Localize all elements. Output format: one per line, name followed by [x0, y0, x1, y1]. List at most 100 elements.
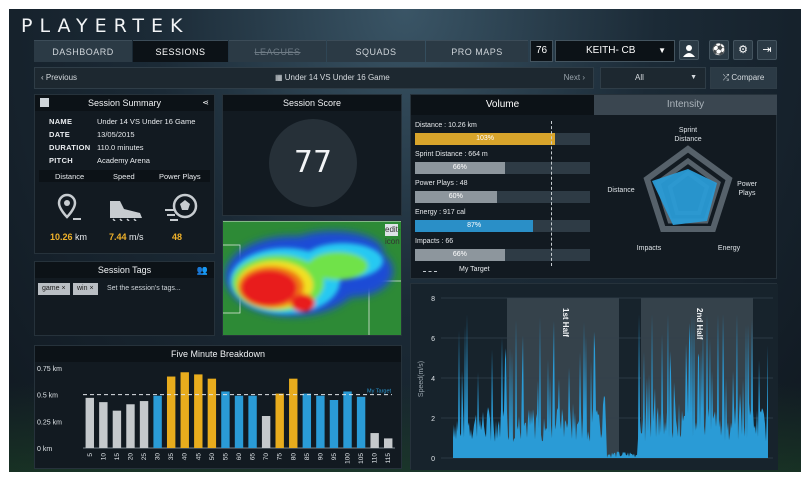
group-icon[interactable]: 👥 — [197, 262, 208, 278]
player-name: KEITH- CB — [586, 45, 636, 56]
edit-icon[interactable] — [40, 98, 49, 107]
speed-panel: 0 2 4 6 8 Speed(m/s) 1st Half 2nd Half — [410, 283, 778, 470]
power-plays-value: 48 — [172, 232, 183, 242]
bar — [261, 416, 271, 448]
previous-button[interactable]: ‹ Previous — [41, 68, 77, 88]
radar-label-impacts: Impacts — [637, 245, 662, 252]
edit-icon[interactable]: edit-icon — [385, 224, 401, 246]
x-tick-label: 50 — [209, 453, 216, 461]
panel-title: Five Minute Breakdown — [170, 349, 266, 359]
x-tick-label: 95 — [331, 453, 338, 461]
session-title: ▦ Under 14 VS Under 16 Game — [275, 73, 390, 82]
panel-title: Session Tags — [97, 265, 152, 275]
bar — [316, 395, 325, 448]
x-tick-label: 80 — [290, 453, 297, 461]
x-tick-label: 100 — [345, 453, 352, 464]
speed-chart: 0 2 4 6 8 Speed(m/s) 1st Half 2nd Half — [411, 284, 778, 470]
volume-bar-label: Power Plays : 48 — [415, 180, 468, 187]
field-value: Academy Arena — [97, 156, 150, 165]
volume-bar-fill: 66% — [415, 162, 505, 174]
bar — [289, 378, 298, 448]
compare-button[interactable]: ⤮ Compare — [710, 67, 777, 89]
player-number: 76 — [530, 40, 553, 62]
bar — [302, 393, 312, 448]
tab-sessions[interactable]: SESSIONS — [133, 40, 228, 62]
x-tick-label: 5 — [87, 453, 94, 457]
session-tags-panel: Session Tags 👥 game × win × Set the sess… — [34, 261, 215, 336]
y-tick-label: 4 — [431, 376, 435, 383]
field-value: Under 14 VS Under 16 Game — [97, 117, 196, 126]
bar — [275, 393, 284, 448]
bar — [126, 404, 135, 448]
tab-pro-maps[interactable]: PRO MAPS — [426, 40, 528, 62]
y-tick-label: 0 — [431, 456, 435, 463]
field-label: NAME — [49, 117, 73, 126]
x-tick-label: 70 — [263, 453, 270, 461]
second-half-label: 2nd Half — [695, 308, 704, 340]
logout-icon[interactable]: ⇥ — [757, 40, 777, 60]
bar — [248, 395, 257, 448]
panel-header: Session Tags 👥 — [35, 262, 214, 278]
tags-input[interactable]: Set the session's tags... — [107, 285, 181, 292]
heatmap — [223, 221, 401, 335]
stat-label: Distance — [55, 172, 85, 181]
session-score-panel: Session Score 77 — [222, 94, 402, 216]
x-tick-label: 25 — [141, 453, 148, 461]
target-line — [551, 121, 552, 266]
field-label: DURATION — [49, 143, 91, 152]
field-label: PITCH — [49, 156, 73, 165]
x-tick-label: 45 — [195, 453, 202, 461]
radar-label-sprint-top: Sprint — [679, 127, 697, 134]
gear-icon[interactable]: ⚙ — [733, 40, 753, 60]
x-tick-label: 30 — [155, 453, 162, 461]
tab-intensity[interactable]: Intensity — [594, 95, 777, 115]
field-value: 110.0 minutes — [97, 143, 144, 152]
target-legend-label: My Target — [459, 266, 490, 273]
x-tick-label: 10 — [100, 453, 107, 461]
radar-label-power-bottom: Plays — [738, 190, 756, 197]
tab-volume[interactable]: Volume — [411, 95, 594, 115]
bar — [221, 391, 230, 448]
x-tick-label: 55 — [222, 453, 229, 461]
stat-label: Power Plays — [159, 172, 201, 181]
panel-header: Session Score — [223, 95, 401, 111]
football-icon[interactable]: ⚽ — [709, 40, 729, 60]
filter-select[interactable]: All ▼ — [600, 67, 706, 89]
tag-chip[interactable]: win × — [73, 283, 98, 295]
panel-header: Five Minute Breakdown — [35, 346, 401, 362]
share-icon[interactable]: ⋖ — [202, 95, 209, 111]
y-tick-label: 6 — [431, 336, 435, 343]
y-tick-label: 8 — [431, 296, 435, 303]
radar-chart: Sprint Distance Power Plays Energy Impac… — [607, 127, 758, 252]
five-minute-chart: 0 km 0.25 km 0.5 km 0.75 km 5 10 15 20 25 30 35 40 4… — [37, 366, 395, 464]
bar — [234, 395, 244, 448]
y-tick-label: 0 km — [37, 446, 52, 453]
x-tick-label: 115 — [385, 453, 392, 464]
bar — [139, 401, 149, 448]
chevron-down-icon: ▼ — [658, 46, 666, 55]
next-button[interactable]: Next › — [564, 68, 585, 88]
radar-label-sprint-bottom: Distance — [674, 136, 701, 143]
volume-panel: Volume Intensity Distance : 10.26 km 103%… — [410, 94, 777, 279]
bar — [343, 391, 352, 448]
x-tick-label: 85 — [304, 453, 311, 461]
x-tick-label: 105 — [358, 453, 365, 464]
avatar-icon[interactable] — [679, 40, 699, 60]
x-tick-label: 15 — [114, 453, 121, 461]
session-nav-bar: ‹ Previous ▦ Under 14 VS Under 16 Game N… — [34, 67, 594, 89]
radar-label-power-top: Power — [737, 181, 758, 188]
player-select[interactable]: KEITH- CB ▼ — [555, 40, 675, 62]
tab-leagues[interactable]: LEAGUES — [229, 40, 326, 62]
session-summary-panel: Session Summary ⋖ NAME Under 14 VS Under… — [34, 94, 215, 254]
bar — [153, 395, 162, 448]
location-pin-icon — [57, 193, 81, 220]
y-tick-label: 0.25 km — [37, 419, 62, 426]
tab-dashboard[interactable]: DASHBOARD — [34, 40, 132, 62]
y-tick-label: 0.5 km — [37, 393, 58, 400]
y-tick-label: 2 — [431, 416, 435, 423]
bar — [329, 400, 339, 448]
y-axis-label: Speed(m/s) — [418, 361, 425, 397]
tab-squads[interactable]: SQUADS — [327, 40, 425, 62]
bar — [384, 438, 393, 448]
tag-chip[interactable]: game × — [38, 283, 70, 295]
